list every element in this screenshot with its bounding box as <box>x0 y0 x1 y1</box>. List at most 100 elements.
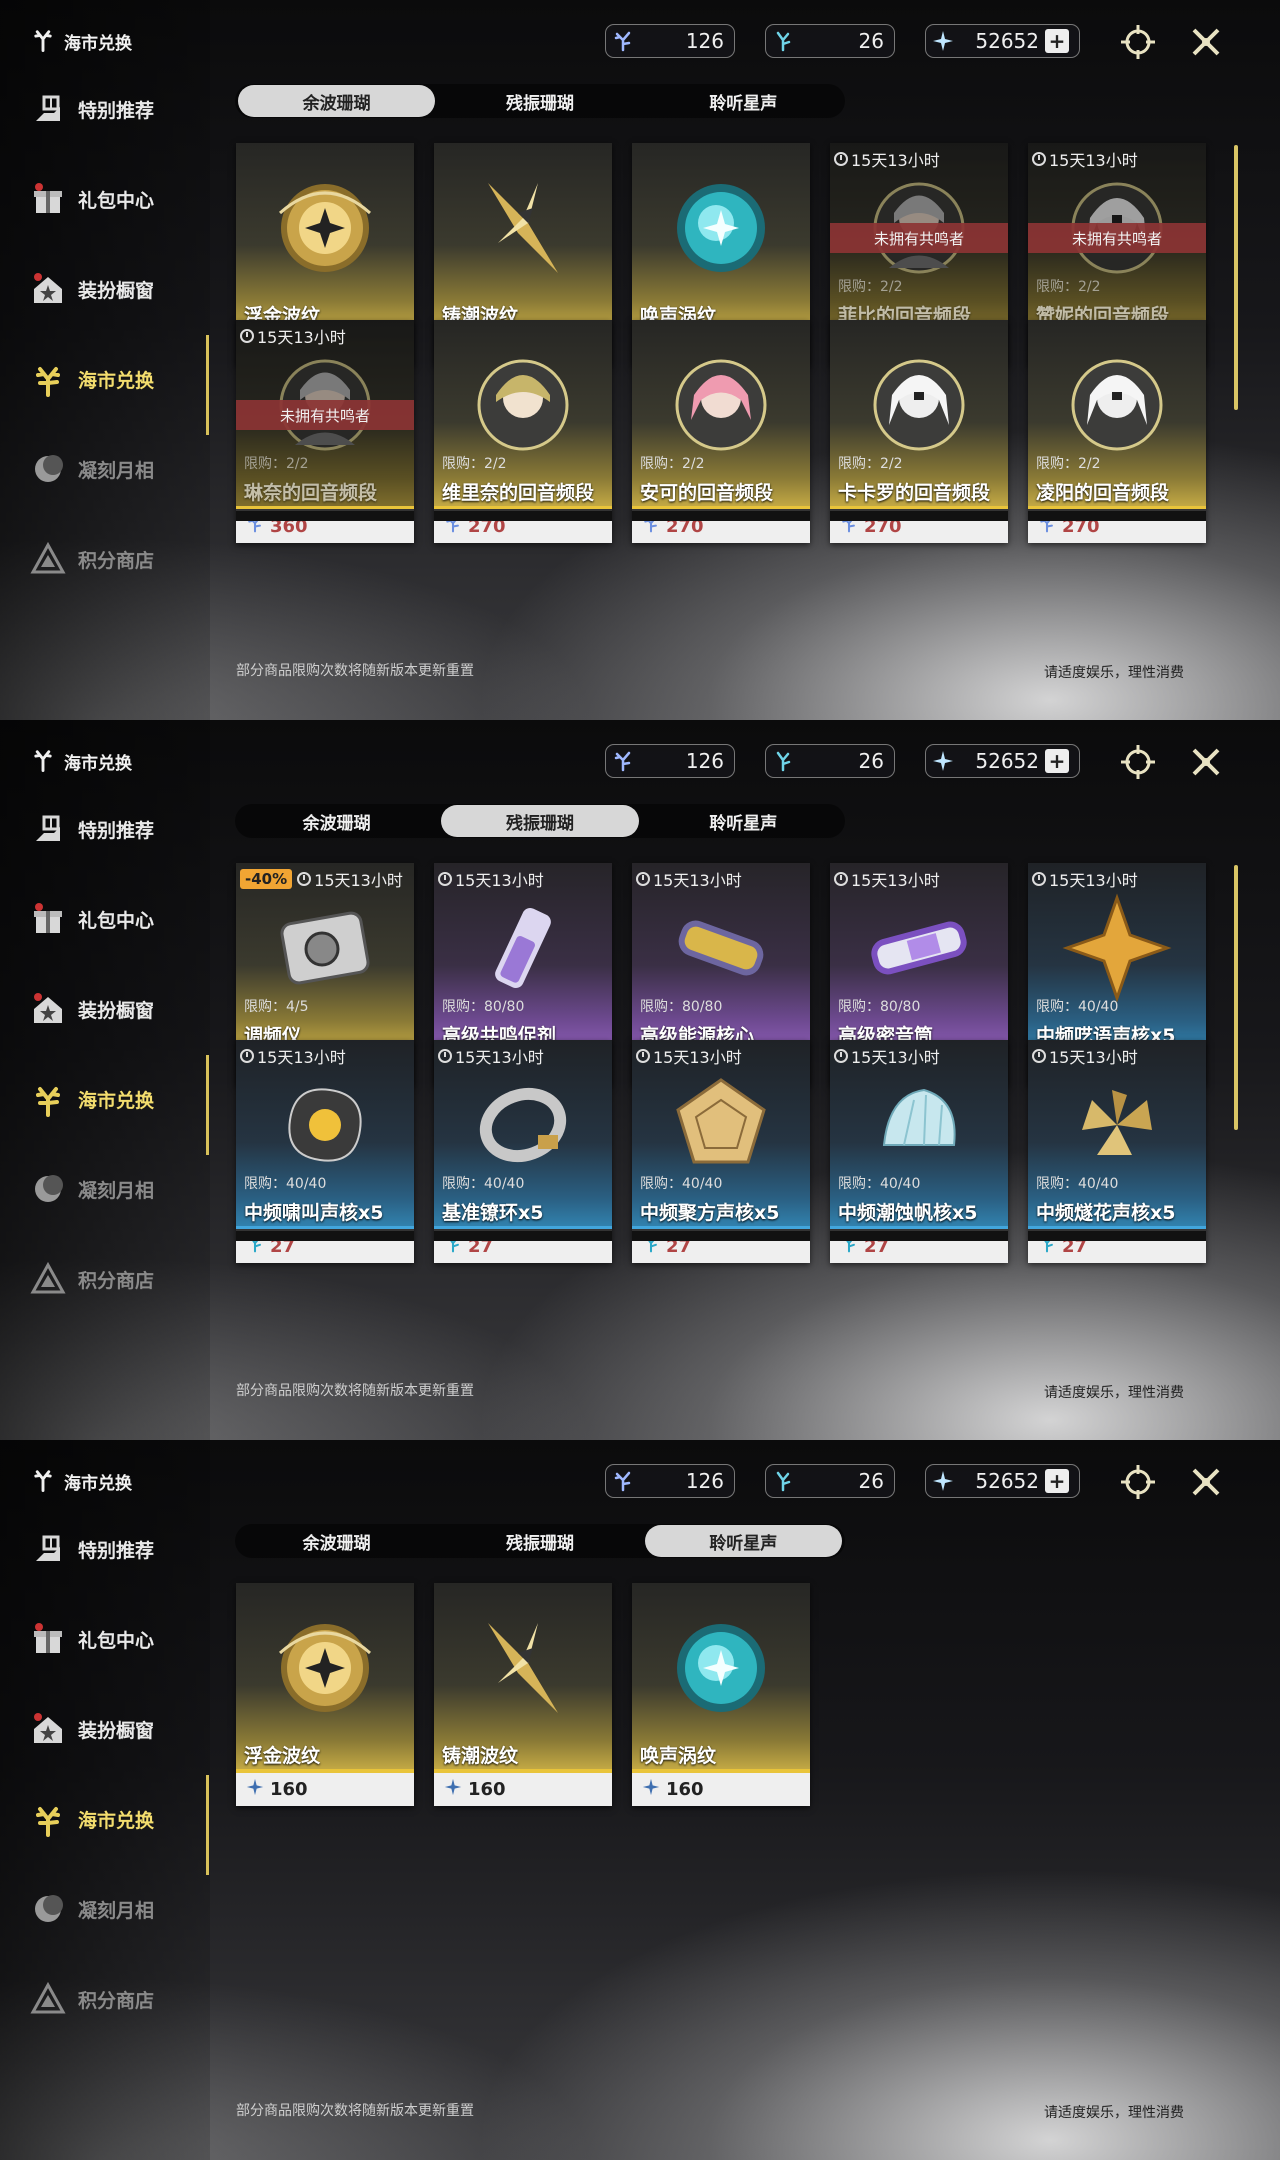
house-star-icon <box>28 989 68 1029</box>
sidebar-item-5[interactable]: 凝刻月相 <box>28 449 154 489</box>
item-timer: 15天13小时 <box>636 867 742 891</box>
gift-box-icon <box>28 1619 68 1659</box>
grid-scrollbar[interactable] <box>1234 865 1238 1130</box>
currency-coral-a[interactable]: 126 <box>605 744 735 778</box>
next-row-card[interactable] <box>632 509 810 521</box>
coral-teal-currency-icon <box>772 30 794 52</box>
tab-1[interactable]: 余波珊瑚 <box>238 85 436 117</box>
sidebar-item-3[interactable]: 装扮橱窗 <box>28 989 154 1029</box>
sidebar-item-label: 凝刻月相 <box>78 459 155 482</box>
item-name: 中频潮蚀帆核x5 <box>838 1202 978 1224</box>
reset-note: 部分商品限购次数将随新版本更新重置 <box>236 663 474 679</box>
tab-2[interactable]: 残振珊瑚 <box>441 85 638 117</box>
price-value: 160 <box>666 1779 704 1800</box>
sidebar-item-1[interactable]: 特别推荐 <box>28 89 154 129</box>
sidebar-item-1[interactable]: 特别推荐 <box>28 1529 154 1569</box>
sidebar-item-label: 特别推荐 <box>78 819 155 842</box>
grid-scrollbar[interactable] <box>1234 145 1238 410</box>
item-card[interactable]: 浮金波纹 160 <box>236 1583 414 1806</box>
currency-astrite[interactable]: 52652 + <box>925 1464 1080 1498</box>
gift-hand-icon <box>28 1529 68 1569</box>
item-name: 中频聚方声核x5 <box>640 1202 780 1224</box>
sidebar-item-6[interactable]: 积分商店 <box>28 1979 154 2019</box>
currency-astrite[interactable]: 52652 + <box>925 744 1080 778</box>
astrite-icon <box>932 750 954 772</box>
item-timer: 15天13小时 <box>834 867 940 891</box>
moon-phase-icon <box>28 1889 68 1929</box>
tab-3[interactable]: 聆听星声 <box>644 1525 842 1557</box>
next-row-card[interactable] <box>236 509 414 521</box>
sidebar-item-6[interactable]: 积分商店 <box>28 539 154 579</box>
close-icon[interactable] <box>1186 1462 1226 1502</box>
tab-3[interactable]: 聆听星声 <box>645 85 842 117</box>
next-row-card[interactable] <box>1028 509 1206 521</box>
sidebar-item-4[interactable]: 海市兑换 <box>28 1799 154 1839</box>
currency-astrite[interactable]: 52652 + <box>925 24 1080 58</box>
sidebar-item-5[interactable]: 凝刻月相 <box>28 1889 154 1929</box>
timer-text: 15天13小时 <box>1049 1048 1138 1067</box>
shop-brand: 海市兑换 <box>30 1466 132 1497</box>
currency-coral-b[interactable]: 26 <box>765 1464 895 1498</box>
item-card[interactable]: 唤声涡纹 160 <box>632 1583 810 1806</box>
sidebar-item-6[interactable]: 积分商店 <box>28 1259 154 1299</box>
item-card[interactable]: 铸潮波纹 160 <box>434 1583 612 1806</box>
moon-phase-icon <box>28 449 68 489</box>
add-currency-button[interactable]: + <box>1045 29 1069 53</box>
clock-icon <box>1032 1049 1046 1063</box>
discount-badge: -40% <box>240 869 293 889</box>
next-row-card[interactable] <box>1028 1229 1206 1241</box>
currency-coral-b[interactable]: 26 <box>765 744 895 778</box>
item-name: 唤声涡纹 <box>640 1745 717 1767</box>
currency-bar: 126 26 52652 + <box>605 1464 1080 1498</box>
tab-1[interactable]: 余波珊瑚 <box>238 805 435 837</box>
price-currency-icon <box>246 1778 264 1801</box>
house-star-icon <box>28 269 68 309</box>
sidebar-item-4[interactable]: 海市兑换 <box>28 1079 154 1119</box>
sidebar-item-2[interactable]: 礼包中心 <box>28 1619 154 1659</box>
clock-icon <box>1032 872 1046 886</box>
tab-2[interactable]: 残振珊瑚 <box>441 1525 638 1557</box>
active-nav-indicator <box>206 1775 209 1875</box>
sidebar-item-2[interactable]: 礼包中心 <box>28 899 154 939</box>
next-row-card[interactable] <box>434 1229 612 1241</box>
sidebar-item-3[interactable]: 装扮橱窗 <box>28 1709 154 1749</box>
item-name: 铸潮波纹 <box>442 1745 519 1767</box>
target-icon[interactable] <box>1118 22 1158 62</box>
next-row-card[interactable] <box>434 509 612 521</box>
purchase-limit: 限购：80/80 <box>640 999 723 1015</box>
not-owned-banner: 未拥有共鸣者 <box>1028 223 1206 253</box>
coral-teal-currency-icon <box>772 1470 794 1492</box>
currency-bar: 126 26 52652 + <box>605 24 1080 58</box>
item-timer: 15天13小时 <box>240 324 346 348</box>
target-icon[interactable] <box>1118 1462 1158 1502</box>
clock-icon <box>438 1049 452 1063</box>
next-row-card[interactable] <box>632 1229 810 1241</box>
tab-3[interactable]: 聆听星声 <box>645 805 842 837</box>
shop-panel-2: 海市兑换 特别推荐 礼包中心 装扮橱窗 海市兑换 凝刻月相 积分商店 126 26 52652 + 余… <box>0 720 1280 1440</box>
sidebar-item-4[interactable]: 海市兑换 <box>28 359 154 399</box>
tab-2[interactable]: 残振珊瑚 <box>441 805 639 837</box>
next-row-card[interactable] <box>830 509 1008 521</box>
item-timer: 15天13小时 <box>834 147 940 171</box>
item-timer: 15天13小时 <box>636 1044 742 1068</box>
currency-coral-a[interactable]: 126 <box>605 1464 735 1498</box>
sidebar-item-3[interactable]: 装扮橱窗 <box>28 269 154 309</box>
tab-1[interactable]: 余波珊瑚 <box>238 1525 435 1557</box>
currency-coral-a[interactable]: 126 <box>605 24 735 58</box>
item-timer: -40% 15天13小时 <box>240 867 403 891</box>
sidebar-item-1[interactable]: 特别推荐 <box>28 809 154 849</box>
sidebar-item-2[interactable]: 礼包中心 <box>28 179 154 219</box>
triangle-shop-icon <box>28 539 68 579</box>
close-icon[interactable] <box>1186 742 1226 782</box>
next-row-card[interactable] <box>236 1229 414 1241</box>
shop-panel-3: 海市兑换 特别推荐 礼包中心 装扮橱窗 海市兑换 凝刻月相 积分商店 126 26 52652 + 余… <box>0 1440 1280 2160</box>
add-currency-button[interactable]: + <box>1045 1469 1069 1493</box>
close-icon[interactable] <box>1186 22 1226 62</box>
next-row-card[interactable] <box>830 1229 1008 1241</box>
add-currency-button[interactable]: + <box>1045 749 1069 773</box>
target-icon[interactable] <box>1118 742 1158 782</box>
currency-coral-b[interactable]: 26 <box>765 24 895 58</box>
purchase-limit: 限购：2/2 <box>442 456 507 472</box>
sidebar-item-5[interactable]: 凝刻月相 <box>28 1169 154 1209</box>
currency-value: 26 <box>858 29 884 53</box>
